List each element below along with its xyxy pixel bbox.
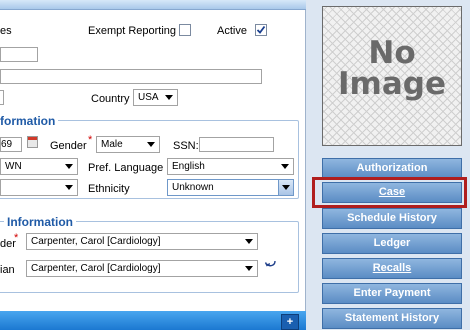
demographics-section-title: formation (0, 114, 59, 128)
pref-language-label: Pref. Language (88, 162, 164, 174)
race-select[interactable]: WN (0, 158, 78, 175)
copy-provider-icon[interactable] (264, 258, 278, 270)
expand-button[interactable]: + (281, 314, 299, 330)
active-checkbox[interactable] (255, 24, 267, 36)
ethnicity-select[interactable]: Unknown (167, 179, 294, 196)
recalls-label: Recalls (372, 262, 412, 274)
partial-label: es (0, 25, 12, 37)
required-marker: * (88, 134, 93, 146)
provider2-label: ian (0, 264, 15, 276)
gender-select[interactable]: Male (96, 136, 160, 153)
country-value: USA (138, 92, 159, 103)
form-header-bar (0, 0, 306, 10)
secondary-select[interactable] (0, 179, 78, 196)
statement-history-button[interactable]: Statement History (322, 308, 462, 329)
ethnicity-value: Unknown (172, 182, 214, 193)
gender-label: Gender (50, 140, 87, 152)
chevron-down-icon (165, 95, 173, 100)
calendar-icon[interactable] (27, 136, 38, 148)
address-input[interactable] (0, 69, 262, 84)
chevron-down-icon (245, 239, 253, 244)
ledger-button[interactable]: Ledger (322, 233, 462, 254)
footer-bar (0, 311, 306, 330)
required-marker: * (14, 232, 19, 244)
pref-language-value: English (172, 161, 205, 172)
ethnicity-label: Ethnicity (88, 183, 130, 195)
dob-value: 69 (1, 139, 13, 150)
exempt-reporting-checkbox[interactable] (179, 24, 191, 36)
no-image-text: No Image (326, 38, 458, 100)
ssn-input[interactable] (199, 137, 274, 152)
pref-language-select[interactable]: English (167, 158, 294, 175)
schedule-history-button[interactable]: Schedule History (322, 208, 462, 229)
ethnicity-dropdown-button[interactable] (278, 180, 293, 195)
provider2-select[interactable]: Carpenter, Carol [Cardiology] (26, 260, 258, 277)
race-value: WN (5, 161, 22, 172)
authorization-button[interactable]: Authorization (322, 158, 462, 179)
provider1-select[interactable]: Carpenter, Carol [Cardiology] (26, 233, 258, 250)
country-label: Country (91, 93, 130, 105)
exempt-reporting-label: Exempt Reporting (88, 25, 177, 37)
chevron-down-icon (281, 164, 289, 169)
recalls-button[interactable]: Recalls (322, 258, 462, 279)
ssn-label: SSN: (173, 140, 199, 152)
chevron-down-icon (282, 185, 290, 190)
chevron-down-icon (65, 185, 73, 190)
chevron-down-icon (147, 142, 155, 147)
no-image-line2: Image (338, 66, 446, 102)
provider2-value: Carpenter, Carol [Cardiology] (31, 263, 161, 274)
enter-payment-button[interactable]: Enter Payment (322, 283, 462, 304)
providers-section (0, 221, 299, 293)
gender-value: Male (101, 139, 123, 150)
provider1-value: Carpenter, Carol [Cardiology] (31, 236, 161, 247)
chevron-down-icon (245, 266, 253, 271)
chevron-down-icon (65, 164, 73, 169)
checkmark-icon (256, 25, 266, 34)
country-select[interactable]: USA (133, 89, 178, 106)
case-highlight-box (312, 177, 467, 208)
active-label: Active (217, 25, 247, 37)
name-suffix-input[interactable] (0, 47, 38, 62)
city-input[interactable] (0, 90, 4, 105)
dob-input[interactable]: 69 (0, 137, 22, 152)
no-image-line1: No (368, 35, 416, 71)
providers-section-title: Information (4, 215, 76, 229)
